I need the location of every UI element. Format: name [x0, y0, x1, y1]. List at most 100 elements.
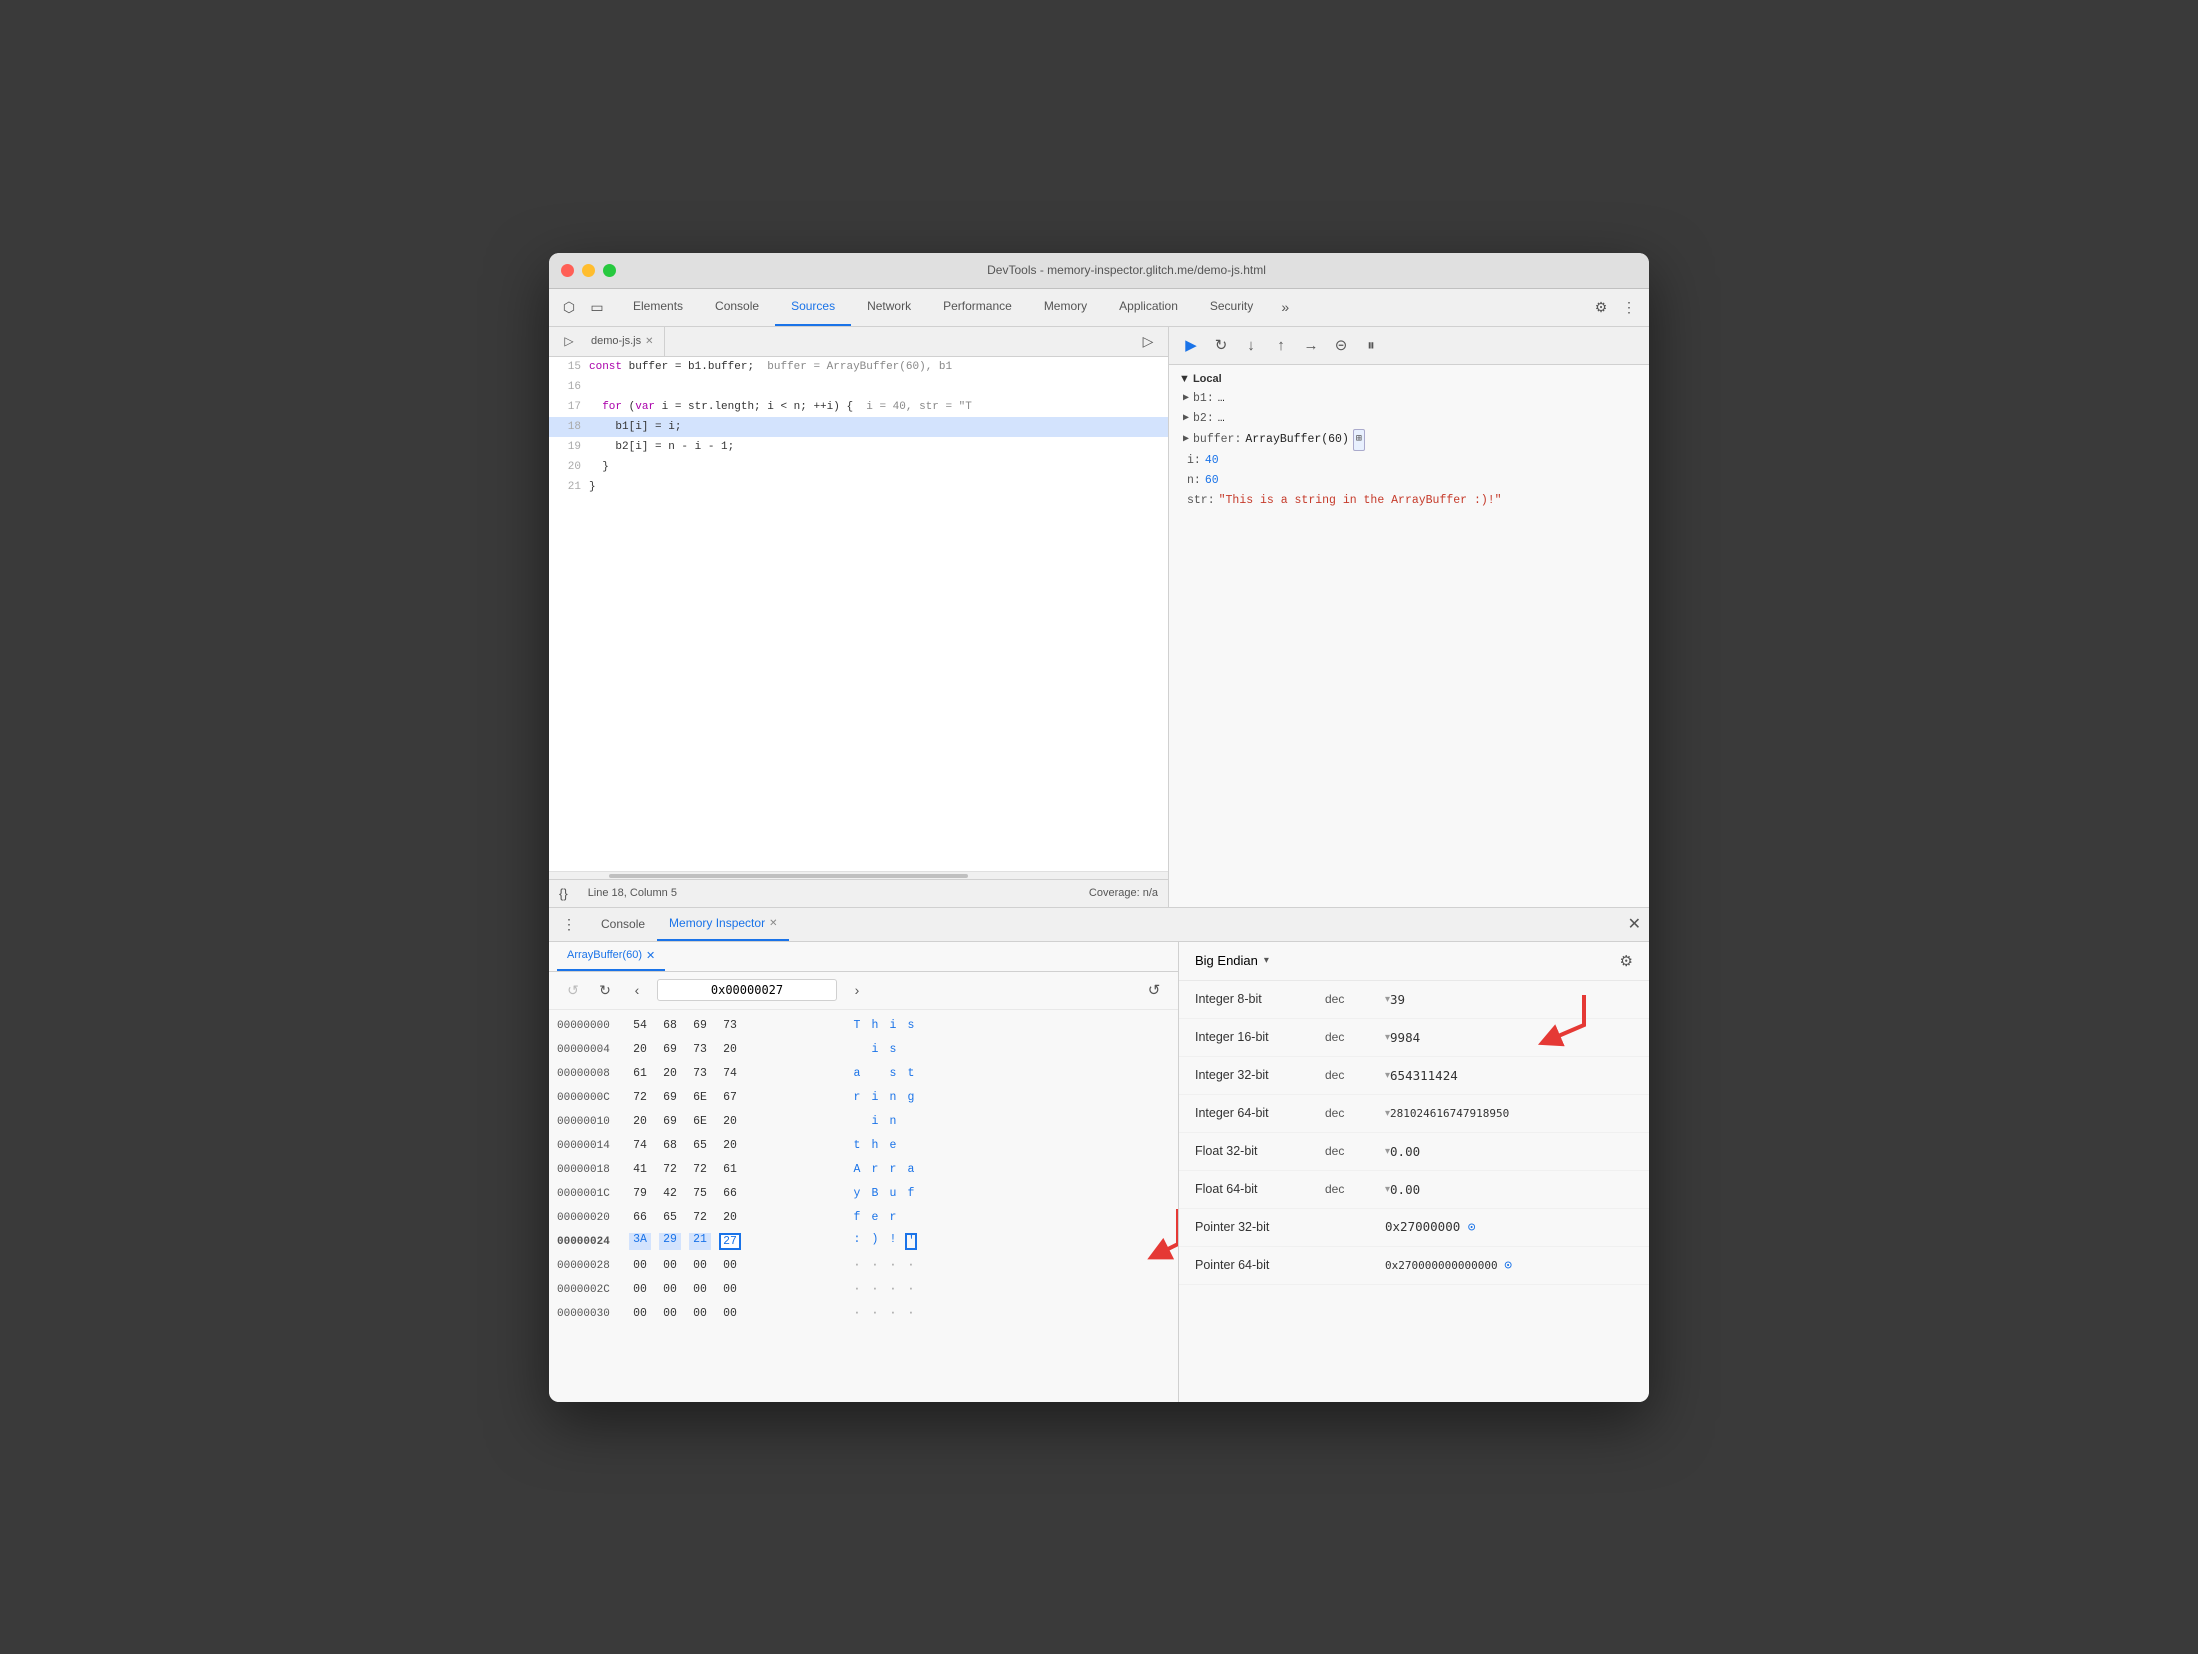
- code-line-21: 21 }: [549, 477, 1168, 497]
- code-line-15: 15 const buffer = b1.buffer; buffer = Ar…: [549, 357, 1168, 377]
- endian-dropdown-icon[interactable]: ▾: [1264, 955, 1269, 966]
- coverage-status: Coverage: n/a: [1089, 887, 1158, 899]
- arraybuffer-tab[interactable]: ArrayBuffer(60) ✕: [557, 941, 665, 971]
- address-input[interactable]: [657, 979, 837, 1001]
- debug-panel: ▶ ↻ ↓ ↑ → ⊝ ⏸ ▼ Local ▶ b1: … ▶: [1169, 327, 1649, 907]
- device-icon[interactable]: ▭: [585, 295, 609, 319]
- hex-addr-8: 00000008: [557, 1068, 629, 1080]
- next-address-btn[interactable]: ›: [845, 978, 869, 1002]
- val-format-int16: dec: [1325, 1030, 1385, 1044]
- var-n-row: n: 60: [1179, 471, 1639, 491]
- file-format-icon[interactable]: ▷: [1136, 329, 1160, 353]
- deactivate-btn[interactable]: ⊝: [1329, 333, 1353, 357]
- hex-chars-8: a s t: [851, 1067, 917, 1080]
- hex-row-4: 00000004 20 69 73 20 i s: [549, 1038, 1178, 1062]
- resume-btn[interactable]: ▶: [1179, 333, 1203, 357]
- val-value-int64: 281024616747918950: [1390, 1107, 1633, 1120]
- tab-application[interactable]: Application: [1103, 288, 1194, 326]
- hex-chars-28: · · · ·: [851, 1259, 917, 1272]
- more-tabs-icon[interactable]: »: [1273, 295, 1297, 319]
- file-tab-close[interactable]: ✕: [645, 336, 653, 347]
- tab-sources[interactable]: Sources: [775, 288, 851, 326]
- var-b1-row[interactable]: ▶ b1: …: [1179, 389, 1639, 409]
- settings-icon[interactable]: ⚙: [1589, 295, 1613, 319]
- execute-icon[interactable]: ▷: [1136, 329, 1160, 353]
- hex-addr-4: 00000004: [557, 1044, 629, 1056]
- memory-inspector-close-icon[interactable]: ✕: [769, 918, 777, 929]
- file-tab-label: demo-js.js: [591, 335, 641, 347]
- var-buffer-row[interactable]: ▶ buffer: ArrayBuffer(60) ⊞: [1179, 429, 1639, 451]
- step-into-btn[interactable]: ↓: [1239, 333, 1263, 357]
- tab-elements[interactable]: Elements: [617, 288, 699, 326]
- hex-bytes-14: 74 68 65 20: [629, 1139, 839, 1152]
- val-value-int16: 9984: [1390, 1030, 1633, 1045]
- value-settings-icon[interactable]: ⚙: [1620, 952, 1633, 970]
- hex-chars-18: A r r a: [851, 1163, 917, 1176]
- code-line-20: 20 }: [549, 457, 1168, 477]
- more-options-icon[interactable]: ⋮: [1617, 295, 1641, 319]
- val-format-int8: dec: [1325, 992, 1385, 1006]
- btab-console[interactable]: Console: [589, 907, 657, 941]
- ptr32-link[interactable]: ⊙: [1468, 1220, 1476, 1235]
- code-line-18: 18 b1[i] = i;: [549, 417, 1168, 437]
- bottom-menu-icon[interactable]: ⋮: [557, 912, 581, 936]
- horizontal-scrollbar[interactable]: [549, 871, 1168, 879]
- debug-toolbar: ▶ ↻ ↓ ↑ → ⊝ ⏸: [1169, 327, 1649, 365]
- hex-row-0: 00000000 54 68 69 73 T h i: [549, 1014, 1178, 1038]
- hex-chars-0: T h i s: [851, 1019, 917, 1032]
- titlebar: DevTools - memory-inspector.glitch.me/de…: [549, 253, 1649, 289]
- hex-bytes-4: 20 69 73 20: [629, 1043, 839, 1056]
- tab-console[interactable]: Console: [699, 288, 775, 326]
- var-b2-row[interactable]: ▶ b2: …: [1179, 409, 1639, 429]
- local-section-title: ▼ Local: [1179, 373, 1639, 385]
- value-inspector-panel: Big Endian ▾ ⚙: [1179, 942, 1649, 1402]
- hex-addr-20: 00000020: [557, 1212, 629, 1224]
- pause-btn[interactable]: ⏸: [1359, 333, 1383, 357]
- expand-b2-icon: ▶: [1183, 409, 1189, 429]
- val-format-int32: dec: [1325, 1068, 1385, 1082]
- value-row-ptr64: Pointer 64-bit 0x270000000000000 ⊙: [1179, 1247, 1649, 1285]
- minimize-button[interactable]: [582, 264, 595, 277]
- step-over-btn[interactable]: ↻: [1209, 333, 1233, 357]
- hex-addr-30: 00000030: [557, 1308, 629, 1320]
- hex-row-14: 00000014 74 68 65 20 t h e: [549, 1134, 1178, 1158]
- hex-bytes-1c: 79 42 75 66: [629, 1187, 839, 1200]
- hex-bytes-8: 61 20 73 74: [629, 1067, 839, 1080]
- bottom-panel-close[interactable]: ✕: [1628, 914, 1641, 934]
- tab-security[interactable]: Security: [1194, 288, 1269, 326]
- value-inspector-header: Big Endian ▾ ⚙: [1179, 942, 1649, 981]
- val-value-float32: 0.00: [1390, 1144, 1633, 1159]
- hex-bytes-0: 54 68 69 73: [629, 1019, 839, 1032]
- close-button[interactable]: [561, 264, 574, 277]
- redo-btn[interactable]: ↻: [593, 978, 617, 1002]
- top-toolbar: ⬡ ▭ Elements Console Sources Network Per…: [549, 289, 1649, 327]
- cursor-icon[interactable]: ⬡: [557, 295, 581, 319]
- val-value-ptr64: 0x270000000000000 ⊙: [1385, 1258, 1633, 1273]
- hex-bytes-28: 00 00 00 00: [629, 1259, 839, 1272]
- step-btn[interactable]: →: [1299, 333, 1323, 357]
- hex-chars-c: r i n g: [851, 1091, 917, 1104]
- btab-memory-inspector[interactable]: Memory Inspector ✕: [657, 907, 789, 941]
- tab-network[interactable]: Network: [851, 288, 927, 326]
- toolbar-right: ⚙ ⋮: [1589, 295, 1641, 319]
- arraybuffer-close-icon[interactable]: ✕: [646, 949, 655, 962]
- hex-addr-18: 00000018: [557, 1164, 629, 1176]
- val-type-int8: Integer 8-bit: [1195, 992, 1325, 1006]
- val-format-int64: dec: [1325, 1106, 1385, 1120]
- hex-bytes-20: 66 65 72 20: [629, 1211, 839, 1224]
- maximize-button[interactable]: [603, 264, 616, 277]
- step-out-btn[interactable]: ↑: [1269, 333, 1293, 357]
- tab-memory[interactable]: Memory: [1028, 288, 1103, 326]
- code-line-17: 17 for (var i = str.length; i < n; ++i) …: [549, 397, 1168, 417]
- undo-btn[interactable]: ↺: [561, 978, 585, 1002]
- ptr64-link[interactable]: ⊙: [1504, 1258, 1512, 1273]
- hex-chars-2c: · · · ·: [851, 1283, 917, 1296]
- buffer-tabs: ArrayBuffer(60) ✕: [549, 942, 1178, 972]
- val-type-ptr32: Pointer 32-bit: [1195, 1220, 1325, 1234]
- refresh-btn[interactable]: ↺: [1142, 978, 1166, 1002]
- run-icon[interactable]: ▷: [557, 329, 581, 353]
- prev-address-btn[interactable]: ‹: [625, 978, 649, 1002]
- file-tab-demo-js[interactable]: demo-js.js ✕: [581, 326, 665, 356]
- bottom-tabs-bar: ⋮ Console Memory Inspector ✕ ✕: [549, 908, 1649, 942]
- tab-performance[interactable]: Performance: [927, 288, 1028, 326]
